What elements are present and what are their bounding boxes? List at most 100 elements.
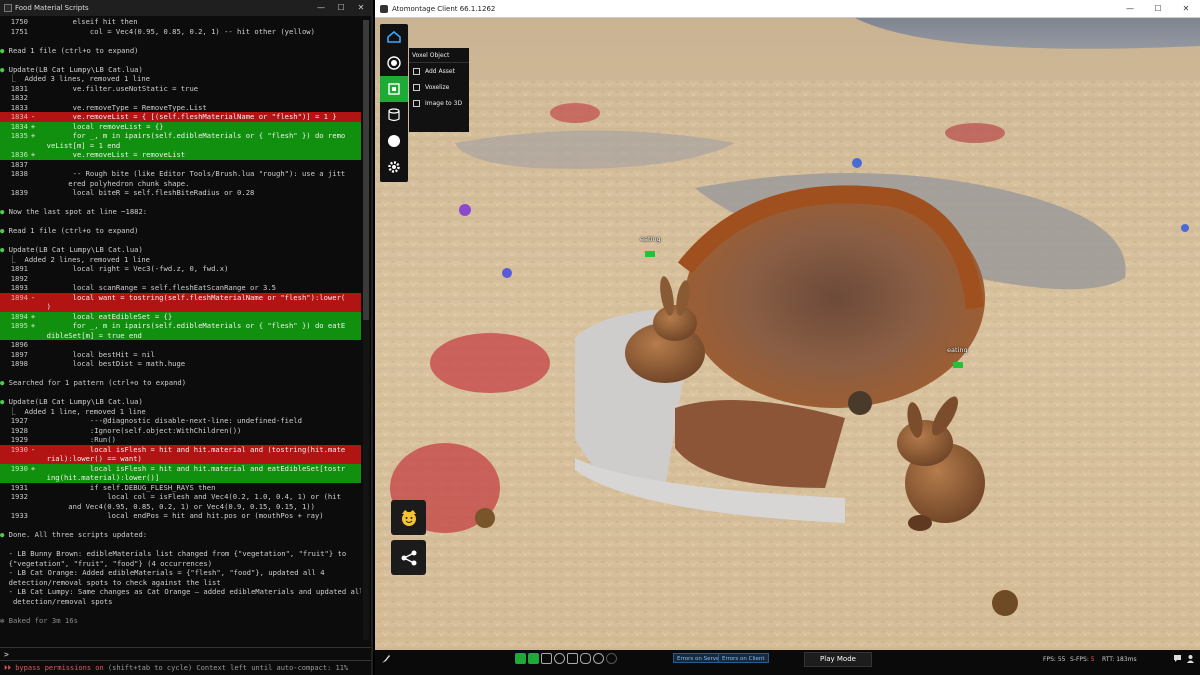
output-line: - LB Bunny Brown: edibleMaterials list c… [0,549,347,558]
terminal-title: Food Material Scripts [15,4,89,12]
message-text: Searched for 1 pattern (ctrl+o to expand… [8,378,187,387]
minimize-icon[interactable]: — [1116,0,1144,18]
code-text: ve.removeType = RemoveType.List [38,102,207,112]
sphere-icon[interactable] [380,128,408,154]
code-line: 1892 [0,274,361,284]
redo-icon[interactable] [606,653,617,664]
line-number: 1898 [10,359,28,368]
terminal-scrollbar[interactable] [363,20,369,640]
database-icon[interactable] [380,102,408,128]
line-number: 1891 [10,264,28,273]
voxel-object-icon[interactable] [380,76,408,102]
diff-sign: - [30,444,36,454]
output-line: {"vegetation", "fruit", "food"} (4 occur… [0,558,213,568]
brush-icon[interactable] [381,654,391,666]
scrollbar-thumb[interactable] [363,20,369,320]
tool-message: ● Searched for 1 pattern (ctrl+o to expa… [0,378,361,388]
output-line: - LB Cat Lumpy: Same changes as Cat Oran… [0,587,361,596]
diff-removed-line: 1834- ve.removeList = { [(self.fleshMate… [0,112,361,122]
flower [459,204,471,216]
red-bush [945,123,1005,143]
line-number: 1835 [10,131,28,140]
code-text: if self.DEBUG_FLESH_RAYS then [38,482,216,492]
menu-header: Voxel Object [409,48,469,63]
diff-added-line: 1834 + local removeList = {} [0,121,361,131]
code-text: ve.filter.useNotStatic = true [38,83,199,93]
line-number: 1834 [10,112,28,121]
line-number: 1833 [10,102,28,112]
move-icon[interactable] [541,653,552,664]
emote-button[interactable] [391,500,426,535]
menu-item-voxelize[interactable]: Voxelize [409,79,469,95]
menu-item-image-to-3d[interactable]: Image to 3D [409,95,469,111]
code-text: and Vec4(0.95, 0.85, 0.2, 1) or Vec4(0.9… [38,501,315,511]
line-number: 1894 [10,311,28,321]
app-icon [380,4,388,13]
code-line: 1932 local col = isFlesh and Vec4(0.2, 1… [0,492,361,502]
diff-sign [28,511,38,521]
grid-icon[interactable] [567,653,578,664]
code-line: 1929 :Run() [0,435,361,445]
select-mode-icon[interactable] [515,653,526,664]
diff-added-line: dibleSet[m] = true end [0,330,361,340]
diff-removed-line: 1894- local want = tostring(self.fleshMa… [0,292,361,302]
maximize-icon[interactable]: ☐ [1144,0,1172,18]
eating-label: eating [947,346,968,354]
status-dot-icon: ● [0,397,9,406]
code-line: 1833 ve.removeType = RemoveType.List [0,103,361,113]
diff-added-line: 1836 + ve.removeList = removeList [0,150,361,160]
bottom-status-bar: Errors on Server Errors on Client Play M… [375,650,1200,675]
code-text: ered polyhedron chunk shape. [38,178,190,188]
share-button[interactable] [391,540,426,575]
minimize-icon[interactable]: — [311,0,331,16]
eating-label: eating [640,235,661,243]
sphere-brush-icon[interactable] [554,653,565,664]
code-text: local scanRange = self.fleshEatScanRange… [38,283,276,292]
flower [502,268,512,278]
diff-sign [28,17,38,27]
eye-icon[interactable] [580,653,591,664]
red-bush [430,333,550,393]
terminal-titlebar: Food Material Scripts — ☐ ✕ [0,0,371,16]
errors-on-client-button[interactable]: Errors on Client [718,653,769,663]
diff-sign [28,274,38,284]
voxelize-icon [413,83,420,91]
diff-sign [28,435,38,445]
diff-sign: - [30,112,36,121]
diff-sign [28,103,38,113]
prompt-symbol: > [4,650,9,659]
status-dot-icon: ● [0,45,9,55]
settings-gear-icon[interactable] [380,154,408,180]
code-line: 1897 local bestHit = nil [0,350,361,360]
fps-counter: FPS: 55 [1043,656,1066,663]
game-viewport[interactable] [375,18,1200,650]
voxel-mode-icon[interactable] [528,653,539,664]
close-icon[interactable]: ✕ [351,0,371,16]
record-icon[interactable] [380,50,408,76]
permission-mode: ⏵⏵ bypass permissions on [4,664,104,672]
menu-item-add-asset[interactable]: Add Asset [409,63,469,79]
close-icon[interactable]: ✕ [1172,0,1200,18]
diff-sign [28,264,38,274]
undo-icon[interactable] [593,653,604,664]
chat-icon[interactable] [1173,654,1182,665]
home-icon[interactable] [380,24,408,50]
status-dot-icon: ● [0,245,9,254]
code-text: ve.removeList = { [(self.fleshMaterialNa… [38,112,337,121]
tool-message: ● Read 1 file (ctrl+o to expand) [0,226,361,236]
context-status: (shift+tab to cycle) Context left until … [103,664,349,672]
prompt-input[interactable]: > [0,647,371,661]
people-icon[interactable] [1186,654,1195,665]
line-number: 1931 [10,482,28,492]
play-mode-button[interactable]: Play Mode [804,652,872,667]
line-number: 1896 [10,340,28,349]
emoji-icon [401,509,416,526]
code-text: :Ignore(self.object:WithChildren()) [38,425,242,435]
diff-added-line: ing(hit.material):lower()] [0,473,361,483]
maximize-icon[interactable]: ☐ [331,0,351,16]
editor-toolbar [380,24,408,182]
status-line: ⏵⏵ bypass permissions on (shift+tab to c… [4,664,348,673]
